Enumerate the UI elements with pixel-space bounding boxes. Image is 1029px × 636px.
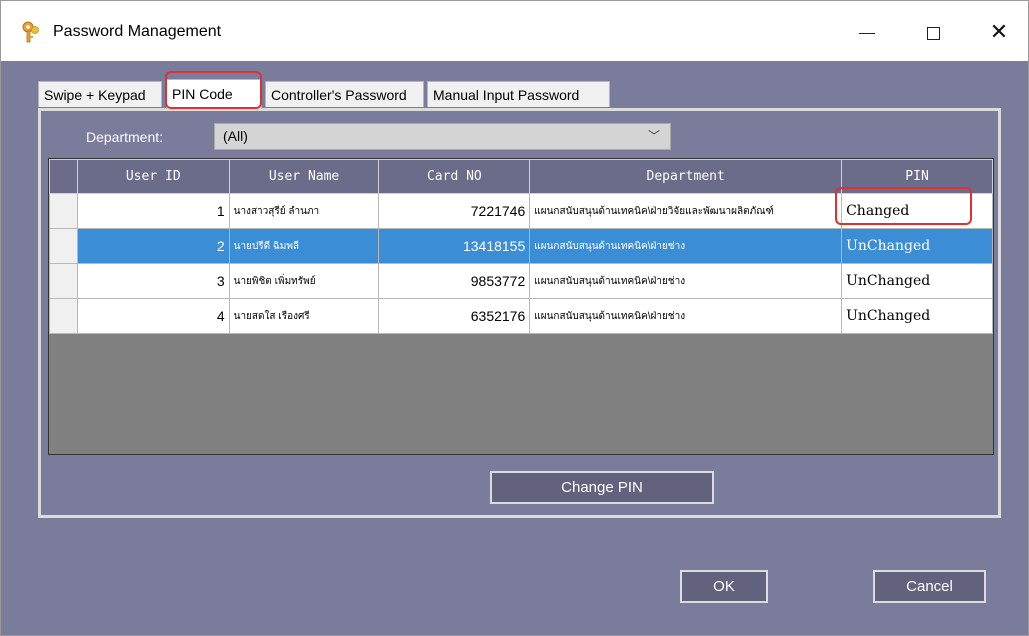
table-row[interactable]: 4 นายสดใส เรืองศรี 6352176 แผนกสนับสนุนด… bbox=[49, 298, 993, 334]
column-header-user-id[interactable]: User ID bbox=[76, 159, 230, 194]
change-pin-button[interactable]: Change PIN bbox=[490, 471, 714, 504]
cell-user-name: นายสดใส เรืองศรี bbox=[228, 298, 380, 334]
tab-manual-input-password[interactable]: Manual Input Password bbox=[427, 81, 610, 107]
minimize-button[interactable] bbox=[844, 13, 890, 53]
cell-user-id: 4 bbox=[76, 298, 230, 334]
cell-card-no: 6352176 bbox=[378, 298, 531, 334]
department-label: Department: bbox=[86, 129, 164, 145]
row-header[interactable] bbox=[49, 228, 78, 264]
cell-card-no: 13418155 bbox=[378, 228, 531, 264]
row-header[interactable] bbox=[49, 193, 78, 229]
cell-pin: UnChanged bbox=[841, 228, 993, 264]
cancel-button[interactable]: Cancel bbox=[873, 570, 986, 603]
cell-user-name: นายพิชิต เพิ่มทรัพย์ bbox=[228, 263, 380, 299]
cell-pin: UnChanged bbox=[841, 263, 993, 299]
cell-card-no: 7221746 bbox=[378, 193, 531, 229]
users-table: User ID User Name Card NO Department PIN… bbox=[49, 159, 993, 334]
cell-user-name: นายปรีดี ฉิมพลี bbox=[228, 228, 380, 264]
row-header[interactable] bbox=[49, 263, 78, 299]
close-button[interactable]: ✕ bbox=[976, 13, 1022, 53]
table-row-selected[interactable]: 2 นายปรีดี ฉิมพลี 13418155 แผนกสนับสนุนด… bbox=[49, 228, 993, 264]
table-row[interactable]: 3 นายพิชิต เพิ่มทรัพย์ 9853772 แผนกสนับส… bbox=[49, 263, 993, 299]
maximize-button[interactable] bbox=[910, 13, 956, 53]
cell-user-id: 2 bbox=[76, 228, 230, 264]
cell-card-no: 9853772 bbox=[378, 263, 531, 299]
row-header-corner bbox=[49, 159, 78, 194]
tab-controllers-password[interactable]: Controller's Password bbox=[265, 81, 424, 107]
cell-department: แผนกสนับสนุนด้านเทคนิค\ฝ่ายช่าง bbox=[529, 263, 843, 299]
pin-highlight-annotation bbox=[835, 187, 972, 225]
ok-button[interactable]: OK bbox=[680, 570, 768, 603]
password-management-window: Password Management ✕ Swipe + Keypad PIN… bbox=[0, 0, 1029, 636]
close-icon: ✕ bbox=[989, 20, 1009, 45]
tab-highlight-annotation bbox=[165, 71, 262, 109]
tab-swipe-keypad[interactable]: Swipe + Keypad bbox=[38, 81, 162, 107]
maximize-icon bbox=[926, 26, 940, 40]
column-header-user-name[interactable]: User Name bbox=[228, 159, 380, 194]
row-header[interactable] bbox=[49, 298, 78, 334]
column-header-card-no[interactable]: Card NO bbox=[378, 159, 531, 194]
window-title: Password Management bbox=[53, 23, 222, 40]
column-header-department[interactable]: Department bbox=[529, 159, 843, 194]
cell-user-name: นางสาวสุรีย์ ลำนภา bbox=[228, 193, 380, 229]
cell-department: แผนกสนับสนุนด้านเทคนิค\ฝ่ายช่าง bbox=[529, 298, 843, 334]
minimize-icon bbox=[859, 32, 875, 34]
title-bar: Password Management ✕ bbox=[1, 1, 1028, 61]
department-select-value: (All) bbox=[223, 128, 248, 144]
cell-department: แผนกสนับสนุนด้านเทคนิค\ฝ่ายวิจัยและพัฒนา… bbox=[529, 193, 843, 229]
cell-department: แผนกสนับสนุนด้านเทคนิค\ฝ่ายช่าง bbox=[529, 228, 843, 264]
cell-user-id: 3 bbox=[76, 263, 230, 299]
chevron-down-icon: ﹀ bbox=[647, 129, 660, 143]
cell-user-id: 1 bbox=[76, 193, 230, 229]
keys-icon bbox=[22, 21, 39, 43]
department-select[interactable]: (All) ﹀ bbox=[214, 123, 671, 150]
cell-pin: UnChanged bbox=[841, 298, 993, 334]
